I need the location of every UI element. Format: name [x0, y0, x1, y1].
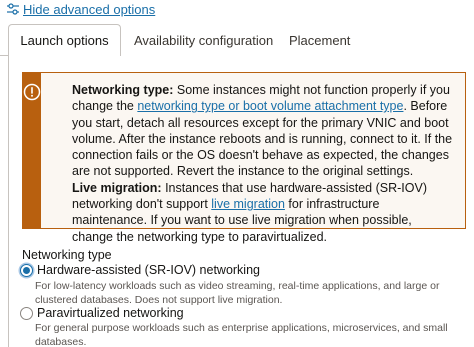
- radio-sriov-label: Hardware-assisted (SR-IOV) networking: [37, 263, 260, 277]
- tab-placement[interactable]: Placement: [289, 27, 350, 55]
- paravirtualized-description: For general purpose workloads such as en…: [35, 322, 448, 347]
- networking-type-link[interactable]: networking type or boot volume attachmen…: [137, 99, 403, 113]
- hide-advanced-options-link[interactable]: Hide advanced options: [6, 1, 155, 17]
- tab-bar: Launch options Availability configuratio…: [0, 24, 474, 56]
- tab-launch-options[interactable]: Launch options: [8, 24, 121, 56]
- sliders-icon: [6, 2, 20, 16]
- sriov-description: For low-latency workloads such as video …: [35, 280, 440, 306]
- radio-paravirtualized-label: Paravirtualized networking: [37, 306, 184, 320]
- radio-sriov-networking[interactable]: Hardware-assisted (SR-IOV) networking: [20, 263, 260, 277]
- tab-availability-configuration[interactable]: Availability configuration: [134, 27, 273, 55]
- networking-type-heading: Networking type:: [72, 83, 174, 97]
- hide-advanced-options-label: Hide advanced options: [23, 1, 156, 17]
- warning-text: Networking type: Some instances might no…: [41, 73, 465, 244]
- alert-circle-icon: [23, 83, 41, 101]
- networking-warning-box: Networking type: Some instances might no…: [22, 72, 466, 244]
- radio-paravirtualized-networking[interactable]: Paravirtualized networking: [20, 306, 184, 320]
- networking-type-label: Networking type: [22, 248, 112, 262]
- radio-button-selected[interactable]: [20, 263, 33, 277]
- live-migration-link[interactable]: live migration: [211, 197, 285, 211]
- radio-button[interactable]: [20, 306, 33, 320]
- live-migration-heading: Live migration:: [72, 180, 162, 195]
- warning-accent-bar: [23, 73, 41, 228]
